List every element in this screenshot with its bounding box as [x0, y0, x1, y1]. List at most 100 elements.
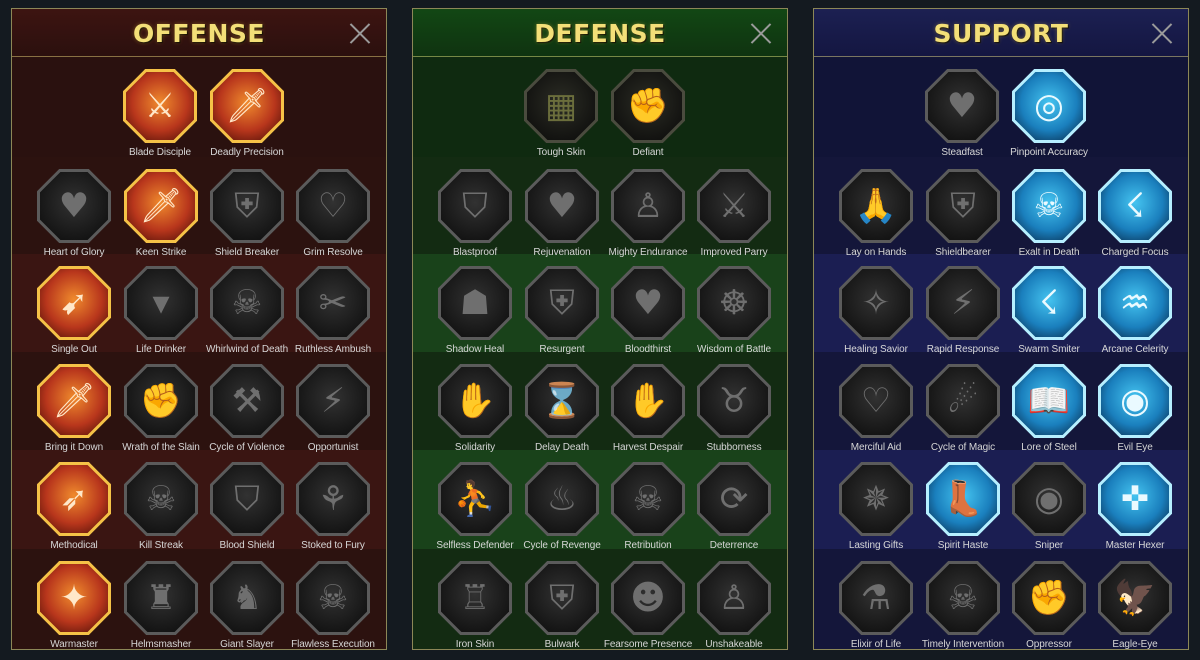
talent-evil-eye[interactable]: ◉ Evil Eye	[1095, 364, 1175, 460]
talent-timely-intervention[interactable]: ☠ Timely Intervention	[922, 561, 1004, 649]
talent-solidarity[interactable]: ✋ Solidarity	[435, 364, 515, 460]
talent-grim-resolve[interactable]: ♡ Grim Resolve	[293, 169, 373, 265]
talent-label: Life Drinker	[136, 344, 186, 355]
talent-pinpoint-accuracy[interactable]: ◎ Pinpoint Accuracy	[1009, 69, 1089, 165]
panel-title: SUPPORT	[933, 19, 1069, 48]
talent-frame-inner: ♉	[700, 367, 768, 435]
talent-frame-inner: ➶	[40, 465, 108, 533]
talent-life-drinker[interactable]: ▾ Life Drinker	[121, 266, 201, 362]
talent-shieldbearer[interactable]: ⛨ Shieldbearer	[923, 169, 1003, 265]
talent-single-out[interactable]: ➹ Single Out	[34, 266, 114, 362]
talent-deterrence[interactable]: ⟳ Deterrence	[694, 462, 774, 558]
talent-label: Lasting Gifts	[848, 540, 904, 551]
talent-frame: ✋	[611, 364, 685, 438]
talent-oppressor[interactable]: ✊ Oppressor	[1009, 561, 1089, 649]
talent-master-hexer[interactable]: ✜ Master Hexer	[1095, 462, 1175, 558]
talent-lay-on-hands[interactable]: 🙏 Lay on Hands	[836, 169, 916, 265]
talent-frame: 🗡	[37, 364, 111, 438]
talent-retribution[interactable]: ☠ Retribution	[608, 462, 688, 558]
talent-frame: ♉	[697, 364, 771, 438]
bull-skull-icon: ♉	[718, 381, 750, 421]
talent-blood-shield[interactable]: ⛉ Blood Shield	[207, 462, 287, 558]
talent-fearsome-presence[interactable]: ☻ Fearsome Presence	[604, 561, 692, 649]
talent-resurgent[interactable]: ⛨ Resurgent	[522, 266, 602, 362]
talent-warmaster[interactable]: ✦ Warmaster	[34, 561, 114, 649]
talent-frame-inner: ✊	[614, 72, 682, 140]
panel-header: DEFENSE	[413, 9, 787, 57]
talent-label: Rapid Response	[926, 344, 1000, 355]
talent-cycle-of-violence[interactable]: ⚒ Cycle of Violence	[207, 364, 287, 460]
close-icon[interactable]	[348, 21, 372, 45]
talent-stubborness[interactable]: ♉ Stubborness	[694, 364, 774, 460]
talent-blade-disciple[interactable]: ⚔ Blade Disciple	[120, 69, 200, 165]
open-hand-icon: ✋	[626, 381, 670, 421]
talent-wisdom-of-battle[interactable]: ☸ Wisdom of Battle	[694, 266, 774, 362]
talent-label: Stoked to Fury	[301, 540, 365, 551]
talent-merciful-aid[interactable]: ♡ Merciful Aid	[836, 364, 916, 460]
talent-charged-focus[interactable]: ☇ Charged Focus	[1095, 169, 1175, 265]
wall-shield-icon: ⛨	[549, 578, 575, 618]
talent-lore-of-steel[interactable]: 📖 Lore of Steel	[1009, 364, 1089, 460]
talent-label: Bulwark	[544, 639, 580, 650]
talent-eagle-eye[interactable]: 🦅 Eagle-Eye	[1095, 561, 1175, 649]
talent-label: Oppressor	[1026, 639, 1072, 650]
close-icon[interactable]	[749, 21, 773, 45]
talent-giant-slayer[interactable]: ♞ Giant Slayer	[207, 561, 287, 649]
talent-elixir-of-life[interactable]: ⚗ Elixir of Life	[836, 561, 916, 649]
talent-shadow-heal[interactable]: ☗ Shadow Heal	[435, 266, 515, 362]
talent-heart-of-glory[interactable]: ♥ Heart of Glory	[34, 169, 114, 265]
talent-ruthless-ambush[interactable]: ✂ Ruthless Ambush	[293, 266, 373, 362]
talent-shield-breaker[interactable]: ⛨ Shield Breaker	[207, 169, 287, 265]
talent-healing-savior[interactable]: ✧ Healing Savior	[836, 266, 916, 362]
talent-delay-death[interactable]: ⌛ Delay Death	[522, 364, 602, 460]
talent-frame-inner: ⟳	[700, 465, 768, 533]
talent-bulwark[interactable]: ⛨ Bulwark	[522, 561, 602, 649]
running-defender-icon: ⛹	[453, 479, 497, 519]
talent-spirit-haste[interactable]: 👢 Spirit Haste	[923, 462, 1003, 558]
talent-frame: ⛨	[525, 266, 599, 340]
talent-mighty-endurance[interactable]: ♙ Mighty Endurance	[608, 169, 688, 265]
talent-improved-parry[interactable]: ⚔ Improved Parry	[694, 169, 774, 265]
talent-rejuvenation[interactable]: ♥ Rejuvenation	[522, 169, 602, 265]
talent-swarm-smiter[interactable]: ☇ Swarm Smiter	[1009, 266, 1089, 362]
talent-sniper[interactable]: ◉ Sniper	[1009, 462, 1089, 558]
winged-boot-icon: 👢	[941, 479, 985, 519]
talent-bloodthirst[interactable]: ♥ Bloodthirst	[608, 266, 688, 362]
close-icon[interactable]	[1150, 21, 1174, 45]
talent-frame: ☸	[697, 266, 771, 340]
talent-cycle-of-magic[interactable]: ☄ Cycle of Magic	[923, 364, 1003, 460]
talent-exalt-in-death[interactable]: ☠ Exalt in Death	[1009, 169, 1089, 265]
talent-iron-skin[interactable]: ♖ Iron Skin	[435, 561, 515, 649]
talent-keen-strike[interactable]: 🗡 Keen Strike	[121, 169, 201, 265]
winged-skull-icon: ☠	[947, 578, 979, 618]
talent-wrath-of-the-slain[interactable]: ✊ Wrath of the Slain	[121, 364, 201, 460]
talent-frame-inner: ♥	[928, 72, 996, 140]
talent-opportunist[interactable]: ⚡ Opportunist	[293, 364, 373, 460]
talent-frame: ♙	[611, 169, 685, 243]
talent-bring-it-down[interactable]: 🗡 Bring it Down	[34, 364, 114, 460]
talent-kill-streak[interactable]: ☠ Kill Streak	[121, 462, 201, 558]
talent-defiant[interactable]: ✊ Defiant	[608, 69, 688, 165]
talent-methodical[interactable]: ➶ Methodical	[34, 462, 114, 558]
talent-blastproof[interactable]: ⛉ Blastproof	[435, 169, 515, 265]
talent-rapid-response[interactable]: ⚡ Rapid Response	[923, 266, 1003, 362]
talent-stoked-to-fury[interactable]: ⚘ Stoked to Fury	[293, 462, 373, 558]
talent-frame-inner: ✧	[842, 269, 910, 337]
talent-whirlwind-of-death[interactable]: ☠ Whirlwind of Death	[206, 266, 288, 362]
talent-arcane-celerity[interactable]: ♒ Arcane Celerity	[1095, 266, 1175, 362]
talent-label: Single Out	[51, 344, 97, 355]
talent-cycle-of-revenge[interactable]: ♨ Cycle of Revenge	[522, 462, 602, 558]
sword-circle-icon: ⟳	[719, 479, 749, 519]
talent-deadly-precision[interactable]: 🗡 Deadly Precision	[207, 69, 287, 165]
flames-icon: ♨	[546, 479, 578, 519]
talent-label: Shield Breaker	[214, 247, 280, 258]
talent-flawless-execution[interactable]: ☠ Flawless Execution	[291, 561, 375, 649]
talent-lasting-gifts[interactable]: ✵ Lasting Gifts	[836, 462, 916, 558]
talent-frame: ✧	[839, 266, 913, 340]
talent-selfless-defender[interactable]: ⛹ Selfless Defender	[435, 462, 515, 558]
talent-harvest-despair[interactable]: ✋ Harvest Despair	[608, 364, 688, 460]
talent-helmsmasher[interactable]: ♜ Helmsmasher	[121, 561, 201, 649]
talent-unshakeable[interactable]: ♙ Unshakeable	[694, 561, 774, 649]
talent-steadfast[interactable]: ♥ Steadfast	[922, 69, 1002, 165]
talent-tough-skin[interactable]: ▦ Tough Skin	[521, 69, 601, 165]
